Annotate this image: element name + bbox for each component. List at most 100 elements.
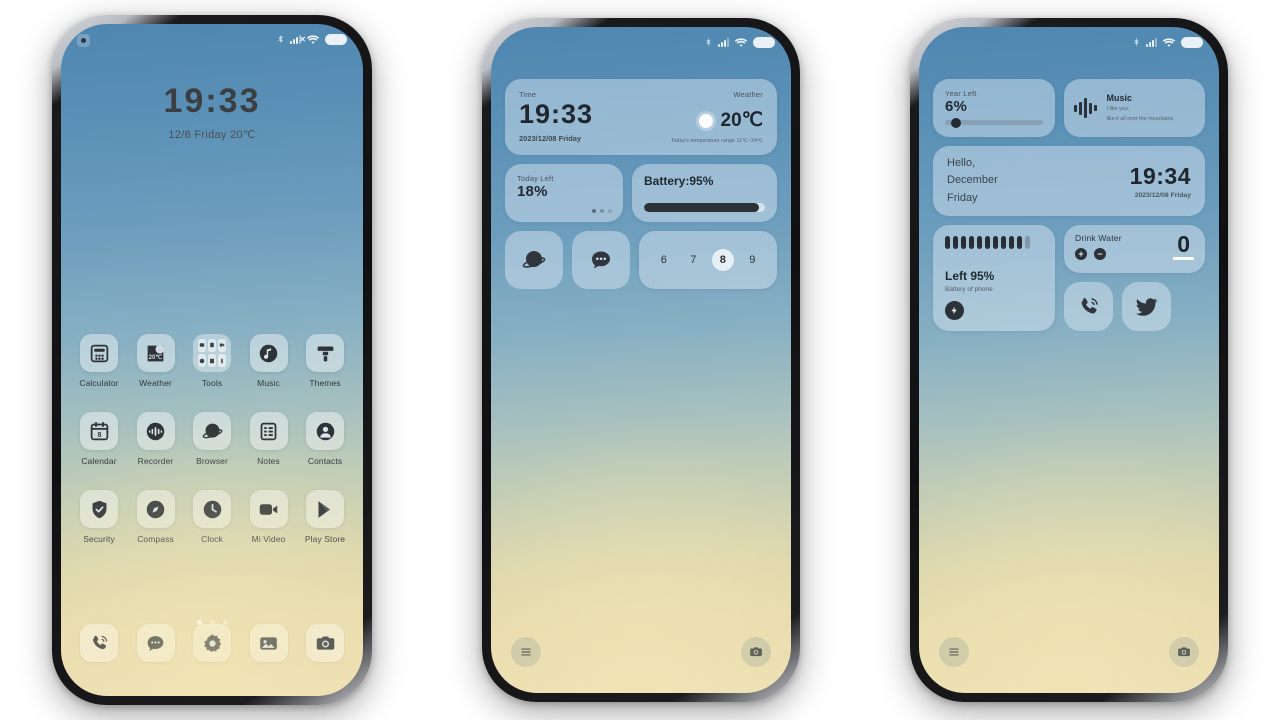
app-weather[interactable]: 20℃ Weather (132, 334, 180, 388)
dock-phone[interactable] (75, 624, 123, 662)
status-bar-3 (919, 27, 1219, 57)
dock-settings[interactable] (188, 624, 236, 662)
year-left-label: Year Left (945, 89, 977, 98)
greeting-clock-block: 19:34 2023/12/08 Friday (1130, 163, 1191, 199)
today-left-value: 18% (517, 183, 548, 200)
app-contacts[interactable]: Contacts (301, 412, 349, 466)
app-label: Clock (201, 534, 223, 544)
browser-planet-icon (193, 412, 231, 450)
app-themes[interactable]: Themes (301, 334, 349, 388)
phone-battery-widget[interactable]: Left 95% Battery of phone (933, 225, 1055, 331)
messages-shortcut[interactable] (572, 231, 630, 289)
app-label: Compass (137, 534, 174, 544)
music-title: Music (1106, 92, 1133, 103)
signal-x-label: ✕ (299, 34, 306, 44)
phone-2: Time 19:33 2023/12/08 Friday Weather 20℃… (482, 18, 800, 702)
app-tools-folder[interactable]: Tools (188, 334, 236, 388)
widget-row-3: 6 7 8 9 (505, 231, 777, 289)
today-left-widget[interactable]: Today Left 18% (505, 164, 623, 222)
dock-camera[interactable] (301, 624, 349, 662)
temperature-value: 20℃ (720, 110, 763, 131)
themes-brush-icon (306, 334, 344, 372)
app-label: Music (257, 378, 280, 388)
greeting-clock-widget[interactable]: Hello, December Friday 19:34 2023/12/08 … (933, 146, 1205, 216)
clock-icon (193, 490, 231, 528)
app-browser[interactable]: Browser (188, 412, 236, 466)
decrement-button[interactable]: − (1094, 248, 1106, 260)
app-calendar[interactable]: 8 Calendar (75, 412, 123, 466)
app-label: Calculator (79, 378, 119, 388)
wifi-icon (1162, 37, 1176, 48)
app-mi-video[interactable]: Mi Video (245, 490, 293, 544)
phone-3-screen: Year Left 6% Music I like you, like it a… (919, 27, 1219, 693)
app-label: Browser (196, 456, 228, 466)
bluetooth-icon (276, 33, 285, 45)
app-recorder[interactable]: Recorder (132, 412, 180, 466)
browser-planet-icon (522, 251, 546, 268)
widget-row-lower: Left 95% Battery of phone Drink Water + (933, 225, 1205, 331)
music-widget[interactable]: Music I like you, like it all over the m… (1064, 79, 1205, 137)
battery-label: Battery:95% (644, 174, 714, 188)
app-label: Play Store (304, 534, 346, 544)
app-label: Contacts (307, 456, 343, 466)
recorder-icon (136, 412, 175, 450)
progress-dots (592, 209, 612, 213)
app-music[interactable]: Music (245, 334, 293, 388)
drink-water-widget[interactable]: Drink Water + − 0 (1064, 225, 1205, 273)
date-option-selected[interactable]: 8 (711, 249, 734, 271)
greeting-text: Hello, December Friday (947, 155, 998, 208)
app-notes[interactable]: Notes (245, 412, 293, 466)
phone-shortcut[interactable] (1064, 282, 1113, 331)
app-label: Themes (309, 378, 341, 388)
battery-widget[interactable]: Battery:95% (632, 164, 777, 222)
dock (75, 624, 349, 662)
right-widget-column: Drink Water + − 0 (1064, 225, 1205, 331)
year-left-value: 6% (945, 98, 968, 115)
app-row-3: Security Compass Clock Mi Video Play Sto… (75, 490, 349, 544)
camera-button[interactable] (741, 637, 771, 667)
increment-button[interactable]: + (1075, 248, 1087, 260)
folder-tools-icon (193, 334, 231, 372)
battery-progress-fill (644, 203, 759, 212)
calendar-icon: 8 (80, 412, 118, 450)
app-clock[interactable]: Clock (188, 490, 236, 544)
water-controls: + − (1075, 248, 1122, 260)
app-grid: Calculator 20℃ Weather Tools Music Theme… (61, 334, 363, 544)
phone-2-screen: Time 19:33 2023/12/08 Friday Weather 20℃… (491, 27, 791, 693)
bluetooth-icon (1132, 36, 1141, 48)
camera-button[interactable] (1169, 637, 1199, 667)
year-left-widget[interactable]: Year Left 6% (933, 79, 1055, 137)
equalizer-icon (1074, 98, 1097, 118)
music-text-block: Music I like you, like it all over the m… (1107, 93, 1174, 123)
charge-button[interactable] (945, 301, 964, 320)
battery-icon (325, 33, 347, 45)
widget-row-2: Today Left 18% Battery:95% (505, 164, 777, 222)
app-compass[interactable]: Compass (132, 490, 180, 544)
app-security[interactable]: Security (75, 490, 123, 544)
date-option[interactable]: 9 (741, 249, 763, 271)
svg-text:20℃: 20℃ (149, 353, 163, 360)
twitter-shortcut[interactable] (1122, 282, 1171, 331)
date-option[interactable]: 6 (653, 249, 675, 271)
phone-3: Year Left 6% Music I like you, like it a… (910, 18, 1228, 702)
dock-messages[interactable] (132, 624, 180, 662)
gallery-image-icon (249, 624, 288, 662)
status-bar-1: ✕ (61, 24, 363, 54)
app-play-store[interactable]: Play Store (301, 490, 349, 544)
dock-gallery[interactable] (245, 624, 293, 662)
menu-button[interactable] (511, 637, 541, 667)
date-option[interactable]: 7 (682, 249, 704, 271)
twitter-bird-icon (1135, 297, 1158, 316)
signal-bars-icon: ✕ (290, 34, 306, 44)
date-picker-widget[interactable]: 6 7 8 9 (639, 231, 777, 289)
app-calculator[interactable]: Calculator (75, 334, 123, 388)
app-label: Weather (139, 378, 172, 388)
app-row-2: 8 Calendar Recorder Browser Notes Contac… (75, 412, 349, 466)
shortcut-row (1064, 282, 1205, 331)
lockscreen-nav-3 (939, 637, 1199, 667)
widget-area-3: Year Left 6% Music I like you, like it a… (933, 79, 1205, 331)
lockscreen-clock: 19:33 (163, 82, 261, 120)
browser-shortcut[interactable] (505, 231, 563, 289)
time-weather-widget[interactable]: Time 19:33 2023/12/08 Friday Weather 20℃… (505, 79, 777, 155)
menu-button[interactable] (939, 637, 969, 667)
